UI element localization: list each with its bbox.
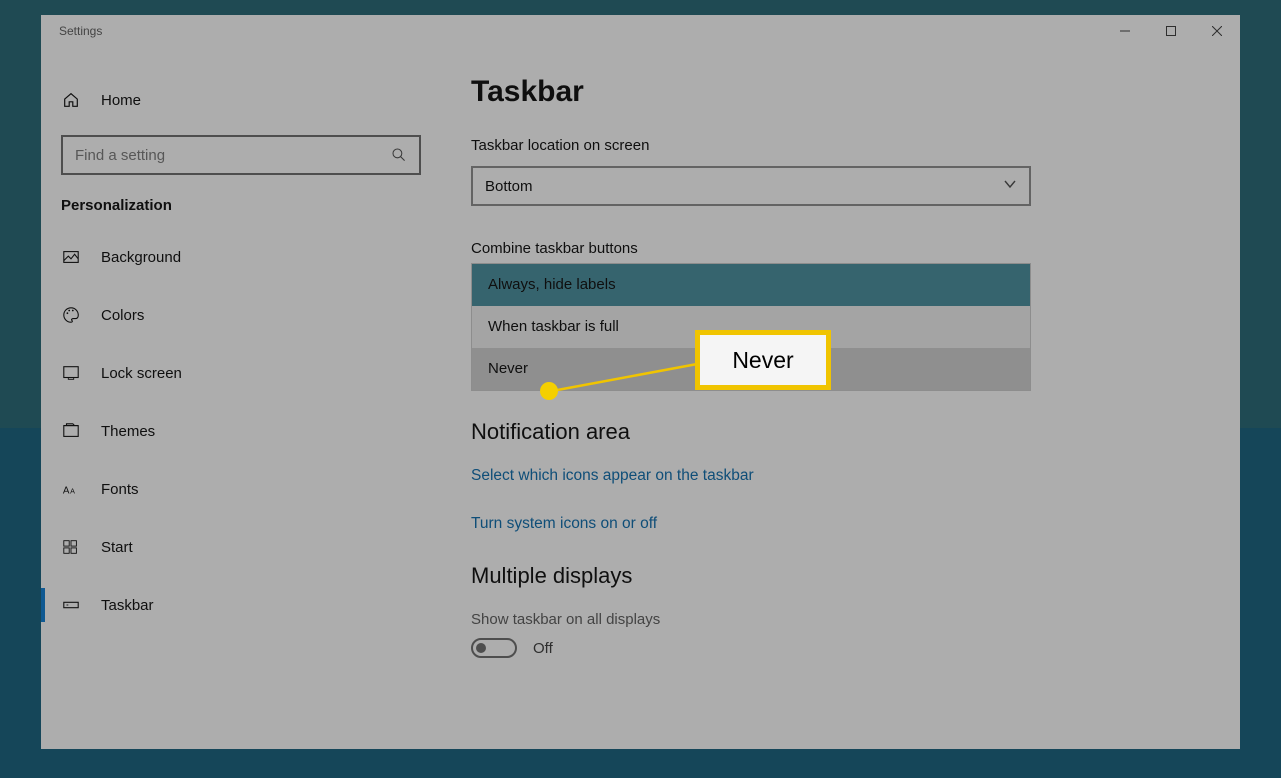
main-content: Taskbar Taskbar location on screen Botto… [441, 47, 1240, 749]
sidebar-item-label: Taskbar [101, 597, 154, 614]
link-select-icons[interactable]: Select which icons appear on the taskbar [471, 467, 1214, 485]
window-title: Settings [59, 24, 102, 38]
home-label: Home [101, 92, 141, 109]
home-icon [61, 90, 81, 110]
sidebar-item-lock-screen[interactable]: Lock screen [41, 344, 441, 402]
svg-text:A: A [63, 486, 70, 497]
option-label: Never [488, 360, 528, 377]
sidebar-item-fonts[interactable]: AA Fonts [41, 460, 441, 518]
sidebar-item-label: Lock screen [101, 365, 182, 382]
option-label: When taskbar is full [488, 318, 619, 335]
sidebar-item-start[interactable]: Start [41, 518, 441, 576]
search-input[interactable] [75, 147, 389, 164]
dropdown-value: Bottom [485, 178, 533, 195]
themes-icon [61, 421, 81, 441]
start-icon [61, 537, 81, 557]
minimize-button[interactable] [1102, 15, 1148, 47]
chevron-down-icon [1003, 177, 1017, 195]
fonts-icon: AA [61, 479, 81, 499]
lock-screen-icon [61, 363, 81, 383]
show-all-toggle[interactable] [471, 638, 517, 658]
callout-box: Never [695, 330, 831, 390]
sidebar-item-themes[interactable]: Themes [41, 402, 441, 460]
titlebar: Settings [41, 15, 1240, 47]
sidebar-item-label: Background [101, 249, 181, 266]
notification-header: Notification area [471, 419, 1214, 445]
link-system-icons[interactable]: Turn system icons on or off [471, 515, 1214, 533]
sidebar-item-taskbar[interactable]: Taskbar [41, 576, 441, 634]
maximize-button[interactable] [1148, 15, 1194, 47]
sidebar-item-label: Colors [101, 307, 144, 324]
sidebar-item-colors[interactable]: Colors [41, 286, 441, 344]
combine-option-always[interactable]: Always, hide labels [472, 264, 1030, 306]
close-icon [1212, 26, 1222, 36]
sidebar-item-label: Themes [101, 423, 155, 440]
sidebar-item-label: Start [101, 539, 133, 556]
show-all-label: Show taskbar on all displays [471, 611, 1214, 628]
sidebar: Home Personalization Background Colors [41, 47, 441, 749]
sidebar-category: Personalization [41, 175, 441, 228]
palette-icon [61, 305, 81, 325]
page-title: Taskbar [471, 75, 1214, 109]
taskbar-icon [61, 595, 81, 615]
callout-connector [548, 358, 716, 398]
svg-text:A: A [70, 487, 75, 496]
search-icon [389, 145, 409, 165]
location-label: Taskbar location on screen [471, 137, 1214, 154]
picture-icon [61, 247, 81, 267]
search-box[interactable] [61, 135, 421, 175]
combine-label: Combine taskbar buttons [471, 240, 1214, 257]
sidebar-home[interactable]: Home [41, 77, 441, 123]
minimize-icon [1120, 26, 1130, 36]
sidebar-item-label: Fonts [101, 481, 139, 498]
maximize-icon [1166, 26, 1176, 36]
multiple-displays-header: Multiple displays [471, 563, 1214, 589]
toggle-value: Off [533, 640, 553, 657]
sidebar-item-background[interactable]: Background [41, 228, 441, 286]
callout-text: Never [732, 347, 793, 374]
location-dropdown[interactable]: Bottom [471, 166, 1031, 206]
option-label: Always, hide labels [488, 276, 616, 293]
callout-anchor-dot [540, 382, 558, 400]
close-button[interactable] [1194, 15, 1240, 47]
